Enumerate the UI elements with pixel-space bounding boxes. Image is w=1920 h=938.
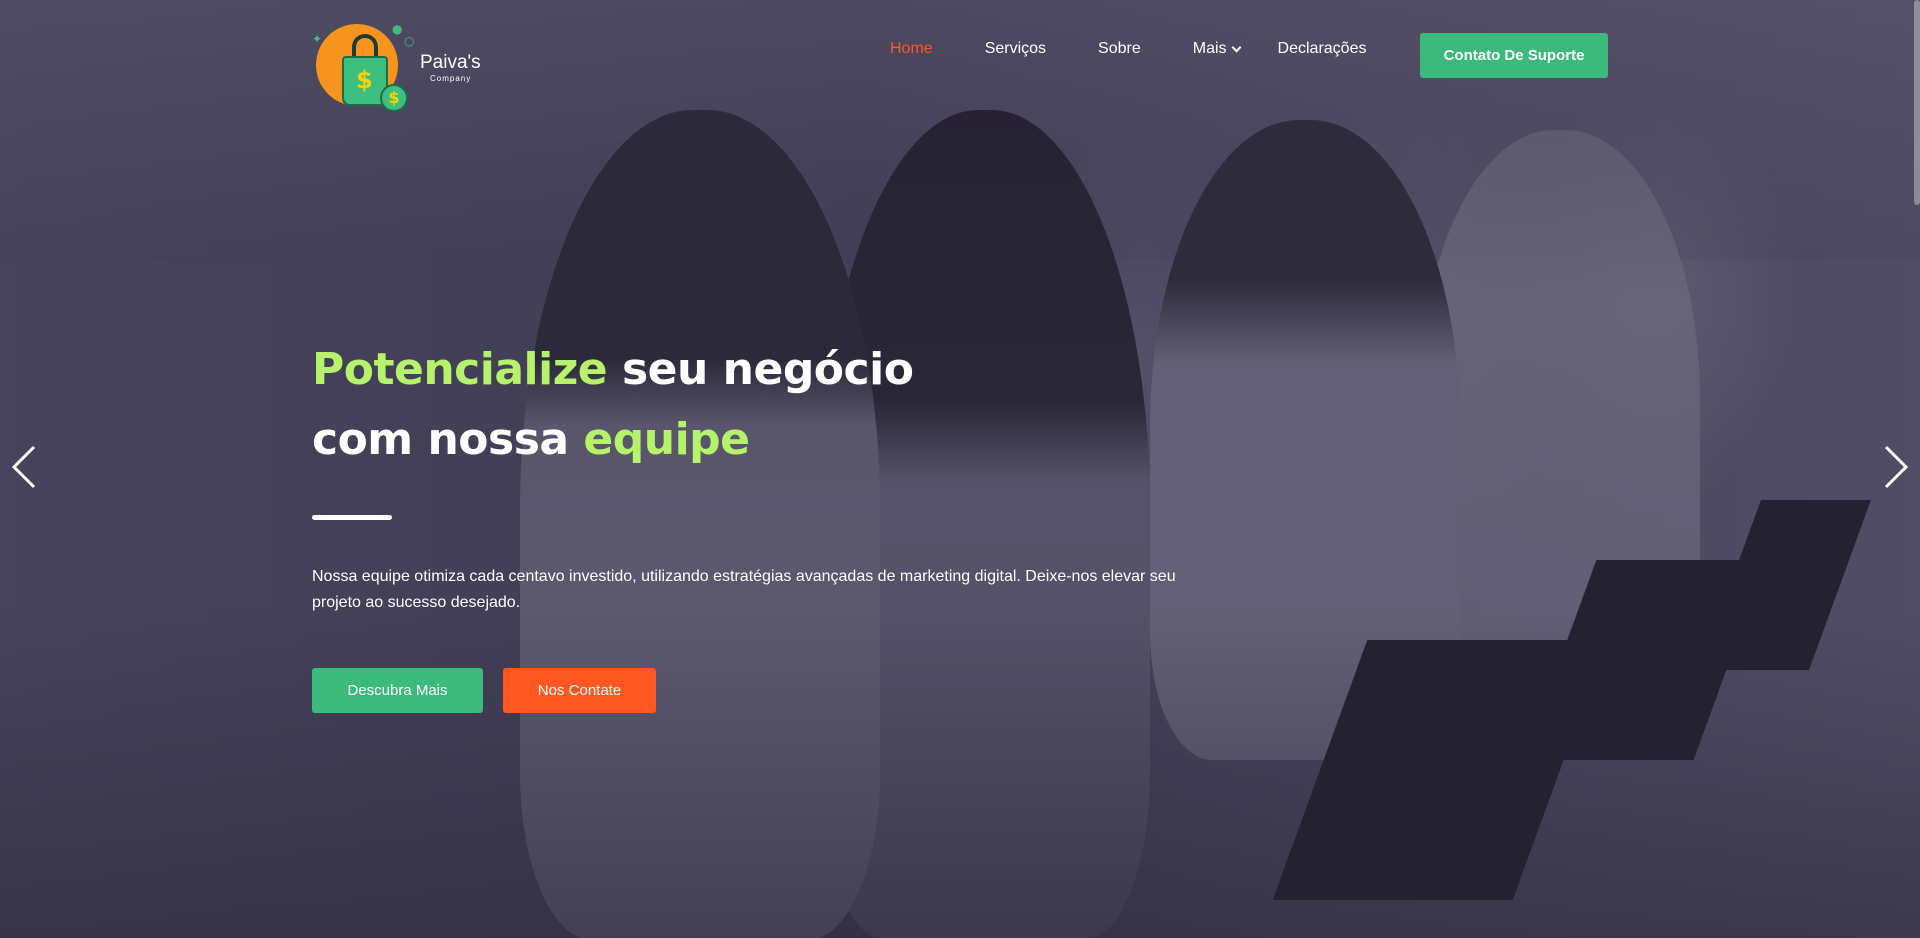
support-contact-button[interactable]: Contato De Suporte — [1420, 33, 1608, 78]
chevron-right-icon — [1884, 445, 1909, 489]
headline-divider — [312, 515, 392, 520]
headline-highlight-2: equipe — [583, 414, 750, 465]
carousel-next-button[interactable] — [1880, 445, 1910, 489]
hero-description: Nossa equipe otimiza cada centavo invest… — [312, 568, 1176, 611]
contact-us-button[interactable]: Nos Contate — [503, 668, 656, 713]
nav-item-declaracoes[interactable]: Declarações — [1278, 40, 1367, 58]
brand-text: Paiva's Company — [420, 52, 481, 83]
discover-more-button[interactable]: Descubra Mais — [312, 668, 483, 713]
shopping-bag-logo-icon: $ $ ✦ ● ○ — [312, 22, 416, 114]
nav-item-mais-label: Mais — [1192, 40, 1227, 57]
nav-item-servicos[interactable]: Serviços — [985, 40, 1046, 58]
carousel-prev-button[interactable] — [10, 445, 40, 489]
brand-name: Paiva's — [420, 52, 481, 73]
hero-content: Potencialize seu negócio com nossa equip… — [312, 335, 1242, 713]
nav-item-home[interactable]: Home — [890, 40, 933, 58]
nav-item-sobre[interactable]: Sobre — [1098, 40, 1141, 58]
page-scrollbar[interactable] — [1914, 0, 1920, 205]
site-header: $ $ ✦ ● ○ Paiva's Company Home Serviços … — [0, 0, 1920, 112]
chevron-down-icon — [1231, 42, 1241, 52]
brand-subtitle: Company — [430, 74, 472, 83]
chevron-left-icon — [11, 445, 36, 489]
headline-text-2: com nossa — [312, 414, 584, 465]
headline-text-1: seu negócio — [607, 344, 914, 395]
hero-cta-group: Descubra Mais Nos Contate — [312, 668, 1242, 713]
headline-highlight-1: Potencialize — [312, 344, 608, 395]
hero-headline: Potencialize seu negócio com nossa equip… — [312, 335, 1242, 475]
brand-logo[interactable]: $ $ ✦ ● ○ Paiva's Company — [312, 20, 487, 115]
nav-item-mais[interactable]: Mais — [1192, 40, 1241, 58]
main-nav: Home Serviços Sobre Mais Declarações — [890, 40, 1418, 58]
